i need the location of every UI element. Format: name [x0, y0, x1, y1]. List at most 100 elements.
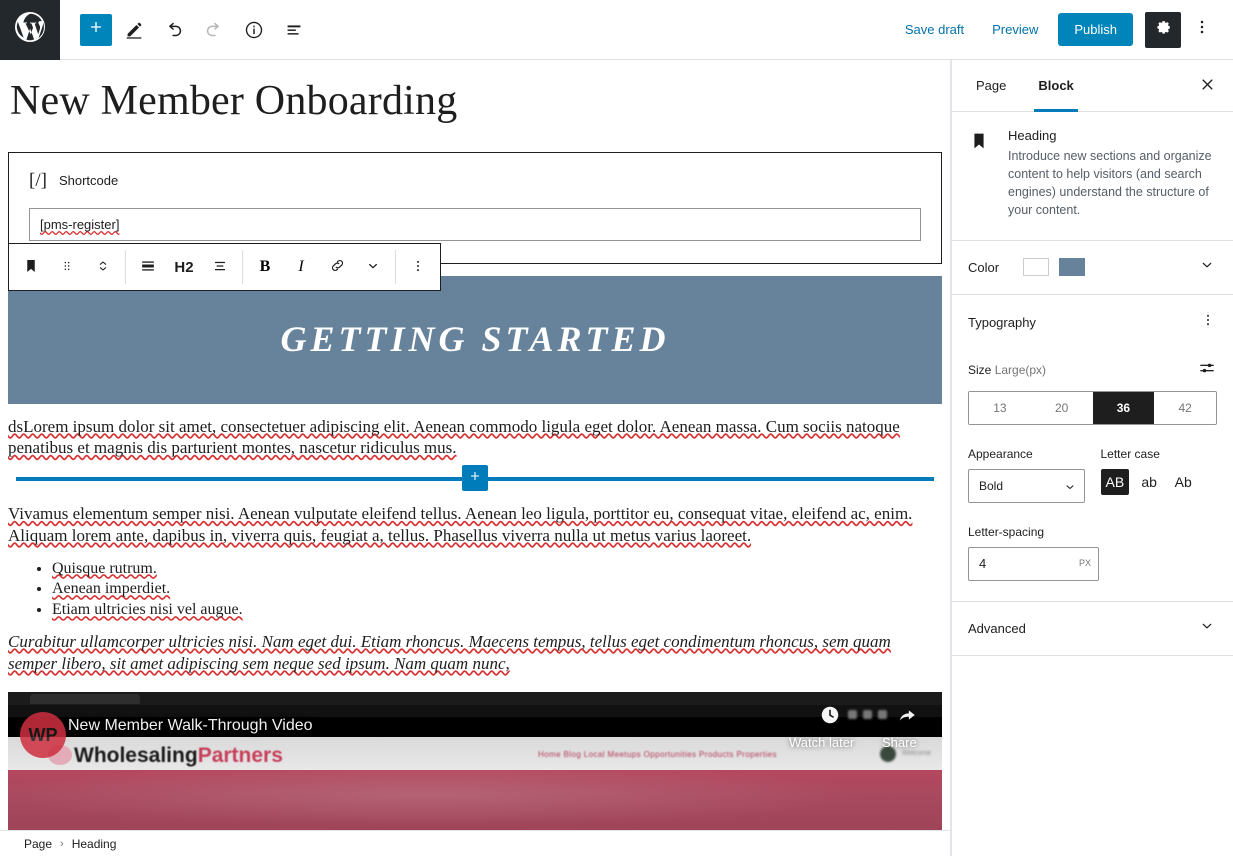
- chevron-down-icon: [364, 257, 382, 278]
- block-toolbar-group-heading: H2: [126, 244, 242, 290]
- video-player-extra-controls: [848, 710, 887, 720]
- undo-arrow-icon: [163, 19, 185, 41]
- letter-case-field: Letter case AB ab Ab: [1100, 447, 1218, 503]
- share-button[interactable]: [894, 704, 920, 731]
- bold-button[interactable]: B: [247, 244, 283, 290]
- shortcode-value: [pms-register]: [40, 217, 120, 233]
- editor-top-bar: Save draft Preview Publish: [0, 0, 1233, 60]
- font-size-settings-button[interactable]: [1197, 358, 1217, 383]
- letter-case-uppercase-button[interactable]: AB: [1100, 468, 1130, 495]
- letter-case-options: AB ab Ab: [1100, 468, 1218, 495]
- font-size-option-20[interactable]: 20: [1030, 391, 1093, 424]
- paragraph-block-3[interactable]: Curabitur ullamcorper ultricies nisi. Na…: [8, 631, 942, 675]
- watch-later-label: Watch later: [789, 735, 855, 751]
- paragraph-block-2[interactable]: Vivamus elementum semper nisi. Aenean vu…: [8, 503, 942, 547]
- shortcode-block-label: Shortcode: [58, 173, 119, 189]
- settings-button[interactable]: [1145, 11, 1181, 48]
- advanced-panel-row[interactable]: Advanced: [952, 602, 1233, 656]
- shortcode-input[interactable]: [pms-register]: [29, 208, 921, 242]
- video-site-nav: Home Blog Local Meetups Opportunities Pr…: [538, 750, 777, 760]
- heading-level-button[interactable]: H2: [166, 244, 202, 290]
- appearance-select[interactable]: Bold: [968, 468, 1085, 503]
- sidebar-tabs: Page Block: [952, 60, 1233, 112]
- redo-button[interactable]: [196, 12, 232, 48]
- page-title[interactable]: New Member Onboarding: [0, 60, 950, 130]
- tab-page[interactable]: Page: [960, 60, 1022, 112]
- breadcrumb-item-page[interactable]: Page: [24, 837, 52, 851]
- list-block[interactable]: Quisque rutrum. Aenean imperdiet. Etiam …: [52, 560, 942, 619]
- close-x-icon: [1198, 75, 1217, 97]
- video-title: New Member Walk-Through Video: [68, 717, 313, 735]
- drag-handle-icon: [59, 258, 75, 277]
- top-bar-right-actions: Save draft Preview Publish: [891, 11, 1233, 48]
- text-align-icon: [210, 256, 230, 279]
- align-text-icon: [138, 256, 158, 279]
- font-size-option-13[interactable]: 13: [969, 391, 1031, 424]
- block-inserter-button[interactable]: [80, 13, 112, 46]
- video-hero-area: [8, 770, 942, 830]
- italic-button[interactable]: I: [283, 244, 319, 290]
- video-embed-block[interactable]: WP New Member Walk-Through Video Wholesa…: [8, 692, 942, 830]
- background-color-swatch[interactable]: [1059, 258, 1086, 276]
- clock-icon: [819, 707, 841, 730]
- font-size-value-label: Large(px): [994, 363, 1047, 377]
- letter-spacing-input[interactable]: [968, 546, 1099, 581]
- save-draft-button[interactable]: Save draft: [891, 14, 978, 45]
- video-browser-tab: [30, 694, 140, 705]
- block-align-button[interactable]: [130, 244, 166, 290]
- heading-bookmark-icon: [22, 257, 40, 278]
- preview-button[interactable]: Preview: [978, 14, 1052, 45]
- paragraph-block-1[interactable]: dsLorem ipsum dolor sit amet, consectetu…: [8, 416, 942, 460]
- block-inserter-divider: [8, 465, 942, 492]
- breadcrumb: Page › Heading: [0, 830, 951, 856]
- letter-case-lowercase-button[interactable]: ab: [1135, 469, 1163, 495]
- undo-button[interactable]: [156, 12, 192, 48]
- heading-block[interactable]: GETTING STARTED: [8, 276, 942, 404]
- tab-block[interactable]: Block: [1022, 60, 1089, 112]
- color-panel-row[interactable]: Color: [952, 241, 1233, 295]
- block-options-button[interactable]: [400, 244, 436, 290]
- video-browser-tabs-strip: [8, 692, 942, 706]
- text-align-button[interactable]: [202, 244, 238, 290]
- letter-case-capitalize-button[interactable]: Ab: [1169, 469, 1197, 495]
- share-label: Share: [882, 735, 917, 751]
- shortcode-icon: [/]: [29, 170, 47, 192]
- chevron-down-icon: [1197, 616, 1217, 641]
- publish-button[interactable]: Publish: [1058, 13, 1133, 46]
- drag-handle-button[interactable]: [49, 244, 85, 290]
- appearance-field: Appearance Bold: [968, 447, 1085, 503]
- video-site-logo-part2: Partners: [197, 744, 283, 768]
- watch-later-button[interactable]: [819, 704, 841, 731]
- more-formats-button[interactable]: [355, 244, 391, 290]
- kebab-menu-icon: [1192, 17, 1212, 42]
- font-size-option-42[interactable]: 42: [1154, 391, 1216, 424]
- close-sidebar-button[interactable]: [1189, 68, 1225, 104]
- video-site-logo-part1: Wholesaling: [74, 744, 198, 768]
- list-item-text: Aenean imperdiet.: [52, 580, 171, 598]
- list-view-button[interactable]: [276, 12, 312, 48]
- block-toolbar: H2 B I: [8, 243, 441, 291]
- more-options-button[interactable]: [1185, 12, 1219, 48]
- typography-options-button[interactable]: [1199, 311, 1217, 334]
- info-circle-icon: [243, 19, 265, 41]
- font-size-option-36[interactable]: 36: [1092, 391, 1155, 424]
- color-panel-label: Color: [968, 259, 1000, 275]
- move-block-button[interactable]: [85, 244, 121, 290]
- shortcode-block-header: [/] Shortcode: [29, 171, 921, 190]
- wordpress-logo-button[interactable]: [0, 0, 60, 60]
- inline-inserter-button[interactable]: [462, 465, 488, 492]
- list-item: Etiam ultricies nisi vel augue.: [52, 601, 942, 619]
- block-name: Heading: [1008, 128, 1057, 143]
- breadcrumb-item-heading[interactable]: Heading: [72, 837, 117, 851]
- link-icon: [328, 256, 347, 278]
- link-button[interactable]: [319, 244, 355, 290]
- share-arrow-icon: [894, 710, 920, 730]
- font-size-label: Size Large(px): [968, 363, 1046, 377]
- text-color-swatch[interactable]: [1023, 258, 1050, 276]
- typography-panel: Typography Size Large(px) 13 20 36 42 Ap…: [952, 295, 1233, 602]
- block-type-button[interactable]: [13, 244, 49, 290]
- details-info-button[interactable]: [236, 12, 272, 48]
- chevron-right-icon: ›: [60, 837, 64, 850]
- tools-pencil-button[interactable]: [116, 12, 152, 48]
- gear-icon: [1154, 18, 1173, 42]
